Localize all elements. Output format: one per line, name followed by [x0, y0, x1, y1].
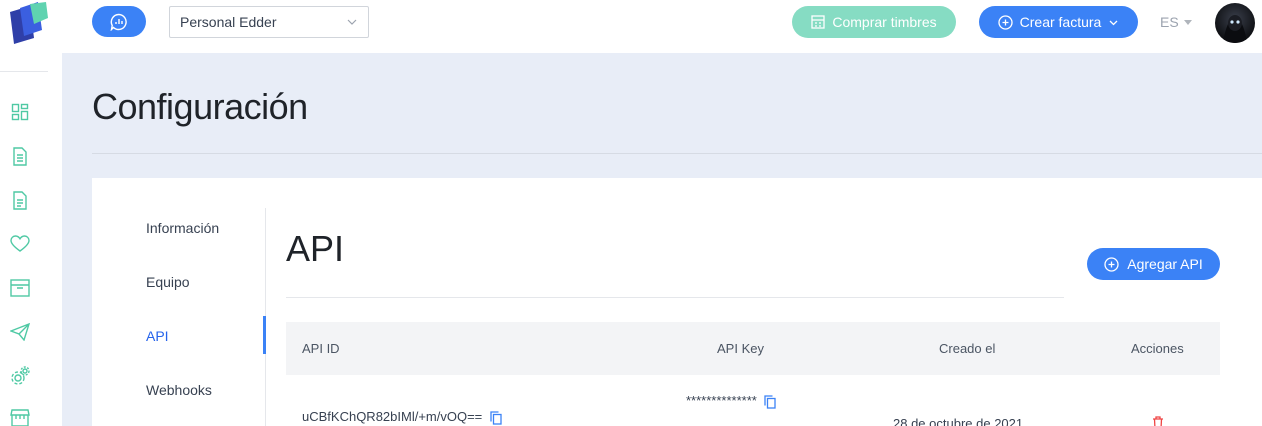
subnav-item-informacion[interactable]: Información [146, 220, 219, 236]
buy-stamps-button[interactable]: Comprar timbres [792, 6, 956, 38]
column-header-actions: Acciones [1131, 341, 1184, 356]
chevron-down-icon [1109, 20, 1118, 25]
copy-icon[interactable] [764, 394, 777, 409]
add-api-label: Agregar API [1127, 256, 1203, 272]
plus-circle-icon [997, 14, 1013, 30]
api-id-value: uCBfKChQR82bIMl/+m/vOQ== [302, 409, 483, 424]
top-header: Personal Edder Comprar timbres Crear fac… [62, 0, 1262, 53]
trash-icon[interactable] [1152, 416, 1164, 426]
account-select-value: Personal Edder [180, 14, 277, 30]
column-header-api-key: API Key [717, 341, 764, 356]
column-header-api-id: API ID [302, 341, 340, 356]
api-key-value: ************** [686, 393, 757, 408]
create-invoice-label: Crear factura [1019, 14, 1102, 30]
subnav-item-equipo[interactable]: Equipo [146, 274, 190, 290]
subnav-active-indicator [263, 316, 266, 354]
dashboard-icon[interactable] [10, 102, 30, 122]
title-divider [92, 153, 1262, 154]
create-invoice-button[interactable]: Crear factura [979, 6, 1138, 38]
section-title: API [286, 228, 345, 269]
page-title: Configuración [92, 86, 308, 127]
subnav-item-webhooks[interactable]: Webhooks [146, 382, 212, 398]
table-row-created: 28 de octubre de 2021 [893, 416, 1024, 426]
chevron-down-icon [347, 19, 357, 25]
document-icon[interactable] [10, 146, 30, 166]
avatar[interactable] [1215, 3, 1255, 43]
heart-icon[interactable] [10, 234, 30, 254]
language-label: ES [1160, 14, 1179, 30]
archive-icon[interactable] [10, 278, 30, 298]
caret-down-icon [1183, 19, 1192, 25]
sidebar [0, 0, 62, 426]
table-header: API ID API Key Creado el Acciones [286, 322, 1220, 375]
column-header-created: Creado el [939, 341, 996, 356]
settings-card [92, 178, 1262, 426]
store-icon[interactable] [10, 408, 30, 426]
subnav-item-api[interactable]: API [146, 328, 169, 344]
chart-bubble-icon [110, 13, 127, 31]
plus-circle-icon [1104, 256, 1119, 272]
settings-icon[interactable] [10, 366, 30, 386]
copy-icon[interactable] [490, 410, 502, 425]
add-api-button[interactable]: Agregar API [1087, 248, 1220, 280]
app-logo [10, 2, 48, 44]
avatar-image [1223, 15, 1247, 43]
table-row-api-key: ************** [686, 393, 777, 409]
send-icon[interactable] [10, 322, 30, 342]
stats-button[interactable] [92, 6, 146, 37]
calculator-icon [811, 15, 826, 29]
account-select[interactable]: Personal Edder [169, 6, 369, 38]
buy-stamps-label: Comprar timbres [832, 14, 937, 30]
section-divider [286, 297, 1064, 298]
language-selector[interactable]: ES [1160, 14, 1192, 30]
document-list-icon[interactable] [10, 190, 30, 210]
sidebar-separator [0, 71, 48, 72]
table-row-api-id: uCBfKChQR82bIMl/+m/vOQ== [302, 409, 502, 425]
